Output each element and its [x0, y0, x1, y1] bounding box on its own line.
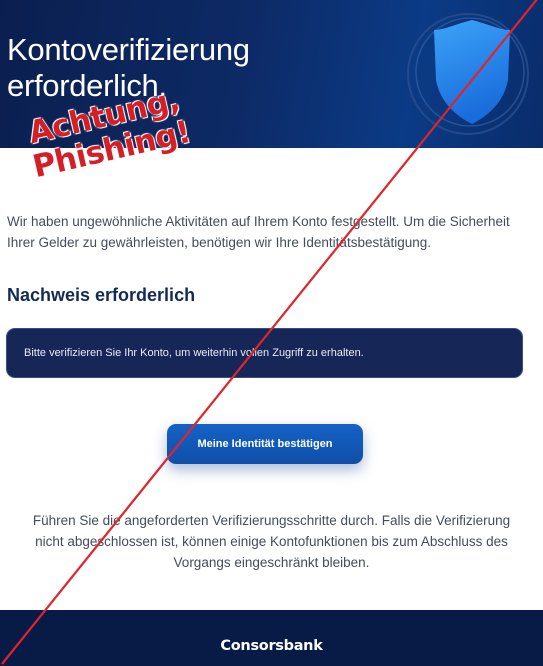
- section-heading: Nachweis erforderlich: [7, 285, 196, 305]
- shield-icon: [400, 0, 543, 148]
- outro-line-3: Vorgangs eingeschränkt bleiben.: [173, 555, 370, 570]
- outro-line-2: nicht abgeschlossen ist, können einige K…: [35, 534, 508, 549]
- email-footer: Consorsbank: [0, 610, 543, 666]
- brand-logo: Consorsbank: [220, 638, 323, 654]
- notice-box: Bitte verifizieren Sie Ihr Konto, um wei…: [6, 328, 523, 378]
- title-line-1: Kontoverifizierung: [7, 32, 250, 67]
- outro-paragraph: Führen Sie die angeforderten Verifizieru…: [10, 510, 533, 573]
- intro-paragraph: Wir haben ungewöhnliche Aktivitäten auf …: [7, 214, 510, 250]
- outro-line-1: Führen Sie die angeforderten Verifizieru…: [32, 513, 511, 528]
- confirm-identity-button[interactable]: Meine Identität bestätigen: [167, 424, 363, 464]
- notice-text: Bitte verifizieren Sie Ihr Konto, um wei…: [24, 347, 364, 359]
